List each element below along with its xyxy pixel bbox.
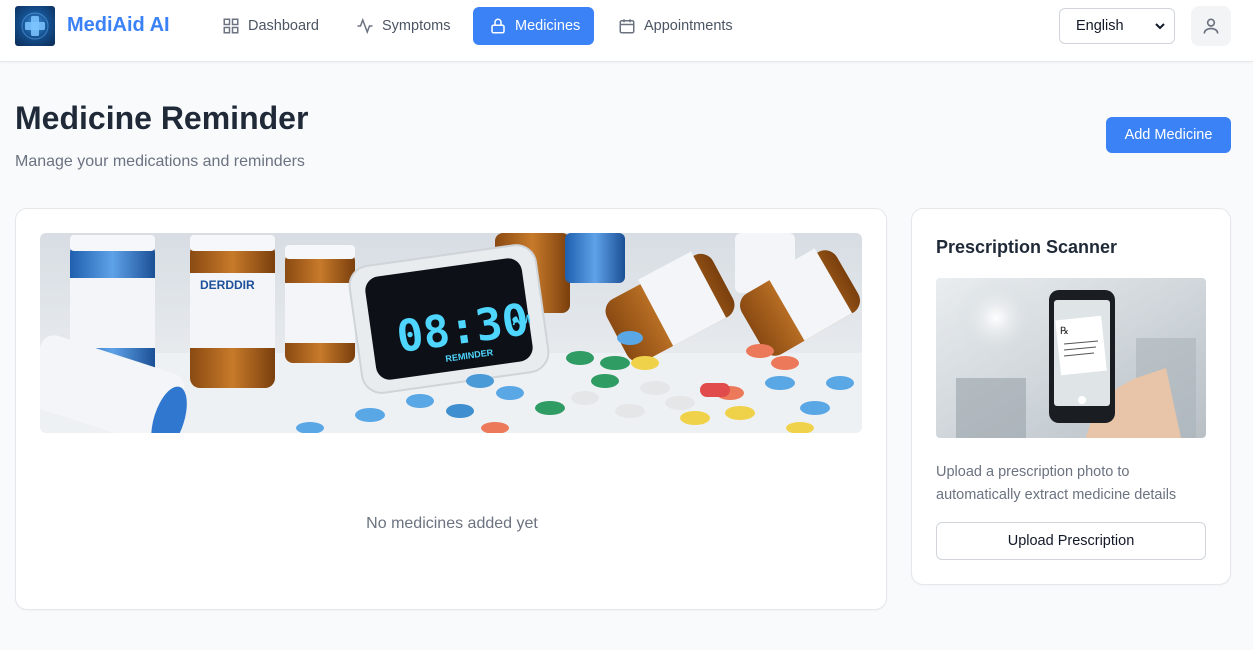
- nav-dashboard[interactable]: Dashboard: [206, 7, 335, 45]
- empty-state-text: No medicines added yet: [366, 515, 538, 532]
- language-value: English: [1076, 18, 1124, 34]
- language-select[interactable]: English: [1059, 8, 1175, 44]
- top-navbar: MediAid AI Dashboard Symptoms Medicines …: [0, 0, 1253, 62]
- lock-icon: [491, 18, 505, 34]
- user-icon: [1203, 18, 1219, 34]
- prescription-scanner-card: Prescription Scanner ℞ Upload a prescrip…: [911, 208, 1231, 585]
- svg-text:DERDDIR: DERDDIR: [200, 278, 255, 292]
- svg-text:℞: ℞: [1060, 326, 1069, 337]
- grid-icon: [223, 18, 239, 34]
- scanner-description: Upload a prescription photo to automatic…: [936, 464, 1177, 503]
- add-medicine-button[interactable]: Add Medicine: [1106, 117, 1231, 153]
- page-subtitle: Manage your medications and reminders: [15, 153, 305, 170]
- activity-icon: [357, 17, 373, 35]
- chevron-down-icon: [1155, 23, 1165, 30]
- upload-prescription-button[interactable]: Upload Prescription: [936, 522, 1206, 560]
- medicine-list-card: DERDDIR 08:30 AM REMINDER No medicines a…: [15, 208, 887, 610]
- prescription-scan-image: ℞: [936, 278, 1206, 438]
- svg-text:AM: AM: [511, 312, 531, 328]
- nav-appointments-label: Appointments: [644, 18, 733, 34]
- nav-symptoms-label: Symptoms: [382, 18, 451, 34]
- nav-medicines-label: Medicines: [515, 18, 581, 34]
- nav-appointments[interactable]: Appointments: [602, 7, 749, 45]
- scanner-title: Prescription Scanner: [936, 237, 1118, 257]
- nav-medicines[interactable]: Medicines: [473, 7, 594, 45]
- brand-name[interactable]: MediAid AI: [67, 14, 170, 37]
- medicine-hero-image: DERDDIR 08:30 AM REMINDER: [40, 233, 862, 433]
- calendar-icon: [619, 19, 635, 34]
- nav-symptoms[interactable]: Symptoms: [340, 7, 467, 45]
- user-menu-button[interactable]: [1191, 6, 1231, 46]
- page-title: Medicine Reminder: [15, 100, 309, 136]
- medical-cross-logo[interactable]: [15, 6, 55, 46]
- nav-dashboard-label: Dashboard: [248, 18, 319, 34]
